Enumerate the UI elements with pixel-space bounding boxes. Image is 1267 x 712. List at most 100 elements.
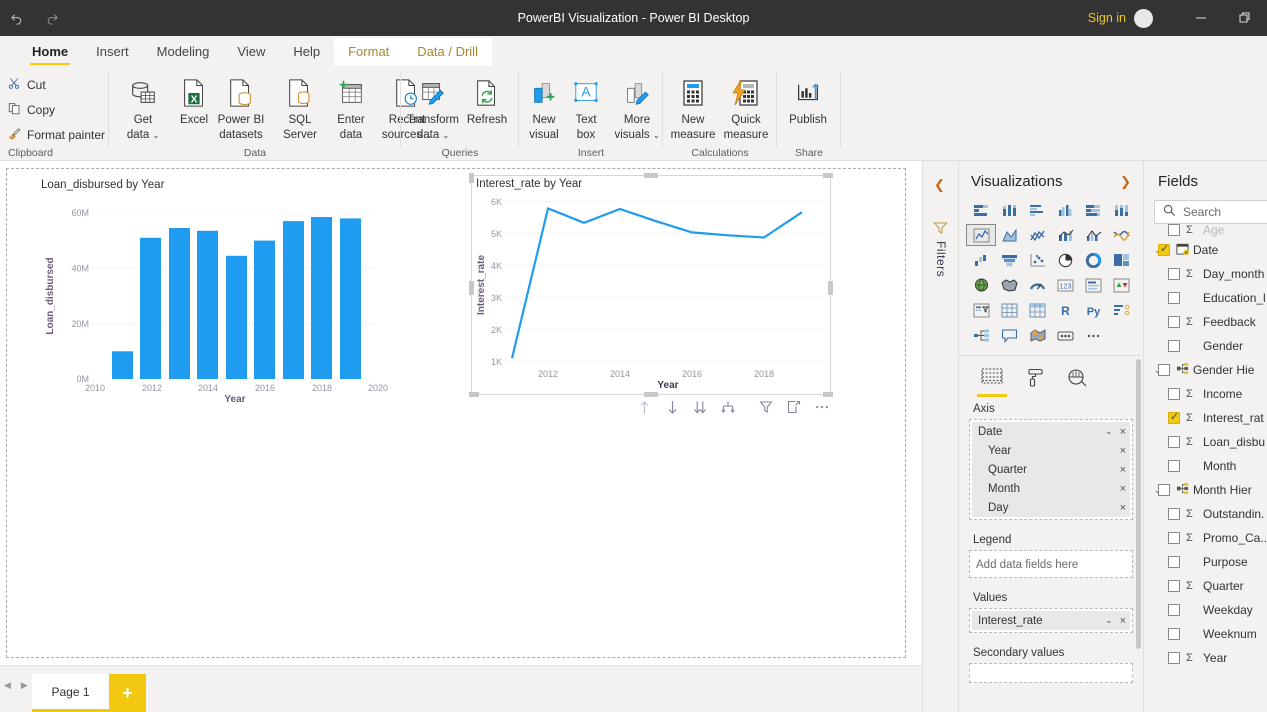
field-row-date[interactable]: ⌄ Date	[1144, 238, 1267, 262]
sql-server-button[interactable]: SQL Server	[274, 74, 326, 142]
new-visual-button[interactable]: New visual	[520, 74, 568, 142]
decomposition-tree-icon[interactable]	[967, 325, 995, 345]
text-box-button[interactable]: A Text box	[564, 74, 608, 142]
treemap-icon[interactable]	[1107, 250, 1135, 270]
field-checkbox[interactable]	[1168, 460, 1180, 472]
drill-up-arrow-icon[interactable]	[637, 399, 651, 415]
well-legend[interactable]: Add data fields here	[969, 550, 1133, 578]
field-row-promo-category[interactable]: Σ Promo_Ca..	[1144, 526, 1267, 550]
field-checkbox[interactable]	[1168, 532, 1180, 544]
field-checkbox[interactable]	[1168, 292, 1180, 304]
field-row-purpose[interactable]: Purpose	[1144, 550, 1267, 574]
field-row-outstanding[interactable]: Σ Outstandin.	[1144, 502, 1267, 526]
analytics-magnifier-icon[interactable]	[1067, 368, 1088, 397]
field-checkbox[interactable]	[1168, 580, 1180, 592]
field-checkbox[interactable]	[1168, 340, 1180, 352]
field-row-month[interactable]: Month	[1144, 454, 1267, 478]
clustered-bar-chart-icon[interactable]	[1023, 200, 1051, 220]
get-data-button[interactable]: Get data ⌄	[114, 74, 172, 142]
well-axis[interactable]: Date ⌄ × Year × Quarter × Month × Day ×	[969, 419, 1133, 520]
field-row-weekday[interactable]: Weekday	[1144, 598, 1267, 622]
refresh-button[interactable]: Refresh	[458, 74, 516, 127]
stacked-area-chart-icon[interactable]	[1023, 225, 1051, 245]
page-prev-icon[interactable]: ◀	[4, 680, 11, 691]
publish-button[interactable]: Publish	[778, 74, 838, 127]
100-stacked-column-chart-icon[interactable]	[1107, 200, 1135, 220]
resize-handle-right[interactable]	[828, 281, 833, 295]
matrix-icon[interactable]	[1023, 300, 1051, 320]
field-row-income[interactable]: Σ Income	[1144, 382, 1267, 406]
page-tab-page-1[interactable]: Page 1	[32, 674, 109, 712]
visual-loan-disbursed-by-year[interactable]: Loan_disbursed by Year 60M 40M 20M 0M Lo…	[37, 177, 397, 407]
resize-handle-left[interactable]	[469, 281, 474, 295]
well-field-day[interactable]: Day ×	[972, 498, 1130, 517]
field-row-gender[interactable]: Gender	[1144, 334, 1267, 358]
key-influencers-icon[interactable]	[1107, 300, 1135, 320]
filter-funnel-icon[interactable]	[759, 399, 773, 415]
visual-interest-rate-by-year[interactable]: Interest_rate by Year 6K 5K 4K 3K 2K 1K …	[469, 173, 833, 397]
resize-handle-bottom[interactable]	[644, 392, 658, 397]
resize-handle-bottom-left[interactable]	[469, 392, 479, 397]
clustered-column-chart-icon[interactable]	[1051, 200, 1079, 220]
filters-label[interactable]: Filters	[934, 241, 948, 277]
more-options-icon[interactable]	[815, 399, 829, 415]
field-checkbox[interactable]	[1168, 410, 1180, 424]
field-checkbox[interactable]	[1168, 508, 1180, 520]
minimize-button[interactable]	[1179, 0, 1223, 36]
expand-all-down-icon[interactable]	[693, 399, 707, 415]
scatter-chart-icon[interactable]	[1023, 250, 1051, 270]
chevron-down-icon[interactable]: ⌄	[1105, 426, 1113, 437]
field-checkbox[interactable]	[1168, 224, 1180, 236]
remove-field-icon[interactable]: ×	[1120, 615, 1126, 627]
paginated-report-icon[interactable]	[1051, 325, 1079, 345]
chevron-down-icon[interactable]: ⌄	[1105, 615, 1113, 626]
line-chart-icon[interactable]	[966, 224, 996, 246]
chevron-down-icon[interactable]: ⌄	[1144, 485, 1162, 496]
field-row-age[interactable]: Σ Age	[1144, 222, 1267, 238]
remove-field-icon[interactable]: ×	[1120, 426, 1126, 438]
copy-button[interactable]: Copy	[0, 99, 55, 121]
ribbon-tab-view[interactable]: View	[223, 38, 279, 66]
field-checkbox[interactable]	[1158, 484, 1170, 496]
map-icon[interactable]	[967, 275, 995, 295]
chevron-down-icon[interactable]: ⌄	[1144, 365, 1162, 376]
ribbon-chart-icon[interactable]	[1107, 225, 1135, 245]
new-measure-button[interactable]: New measure	[664, 74, 722, 142]
python-visual-icon[interactable]: Py	[1079, 300, 1107, 320]
add-page-button[interactable]: +	[109, 674, 146, 712]
powerbi-datasets-button[interactable]: Power BI datasets	[210, 74, 272, 142]
line-stacked-column-chart-icon[interactable]	[1051, 225, 1079, 245]
resize-handle-top-right[interactable]	[823, 173, 833, 178]
sign-in-button[interactable]: Sign in	[1080, 11, 1134, 25]
more-visuals-ellipsis-icon[interactable]	[1079, 325, 1107, 345]
chevron-right-icon[interactable]: ❯	[1120, 174, 1131, 190]
chevron-left-icon[interactable]: ❮	[934, 177, 945, 193]
field-row-loan-disbursed[interactable]: Σ Loan_disbu	[1144, 430, 1267, 454]
well-field-date[interactable]: Date ⌄ ×	[972, 422, 1130, 441]
waterfall-chart-icon[interactable]	[967, 250, 995, 270]
focus-mode-icon[interactable]	[787, 399, 801, 415]
field-checkbox[interactable]	[1168, 268, 1180, 280]
field-checkbox[interactable]	[1168, 316, 1180, 328]
field-row-weeknum[interactable]: Weeknum	[1144, 622, 1267, 646]
filter-funnel-icon[interactable]	[933, 221, 948, 238]
field-checkbox[interactable]	[1168, 604, 1180, 616]
donut-chart-icon[interactable]	[1079, 250, 1107, 270]
field-checkbox[interactable]	[1158, 364, 1170, 376]
field-row-feedback[interactable]: Σ Feedback	[1144, 310, 1267, 334]
field-row-interest-rate[interactable]: Σ Interest_rat	[1144, 406, 1267, 430]
filled-map-icon[interactable]	[995, 275, 1023, 295]
ribbon-tab-format[interactable]: Format	[334, 38, 404, 66]
remove-field-icon[interactable]: ×	[1120, 445, 1126, 457]
field-checkbox[interactable]	[1168, 556, 1180, 568]
resize-handle-top[interactable]	[644, 173, 658, 178]
stacked-column-chart-icon[interactable]	[995, 200, 1023, 220]
ribbon-tab-help[interactable]: Help	[279, 38, 334, 66]
restore-button[interactable]	[1223, 0, 1267, 36]
line-clustered-column-chart-icon[interactable]	[1079, 225, 1107, 245]
transform-data-button[interactable]: Transform data ⌄	[402, 74, 464, 142]
ribbon-tab-data-drill[interactable]: Data / Drill	[403, 38, 492, 66]
ribbon-tab-home[interactable]: Home	[18, 38, 82, 66]
funnel-chart-icon[interactable]	[995, 250, 1023, 270]
more-visuals-button[interactable]: More visuals ⌄	[608, 74, 666, 142]
